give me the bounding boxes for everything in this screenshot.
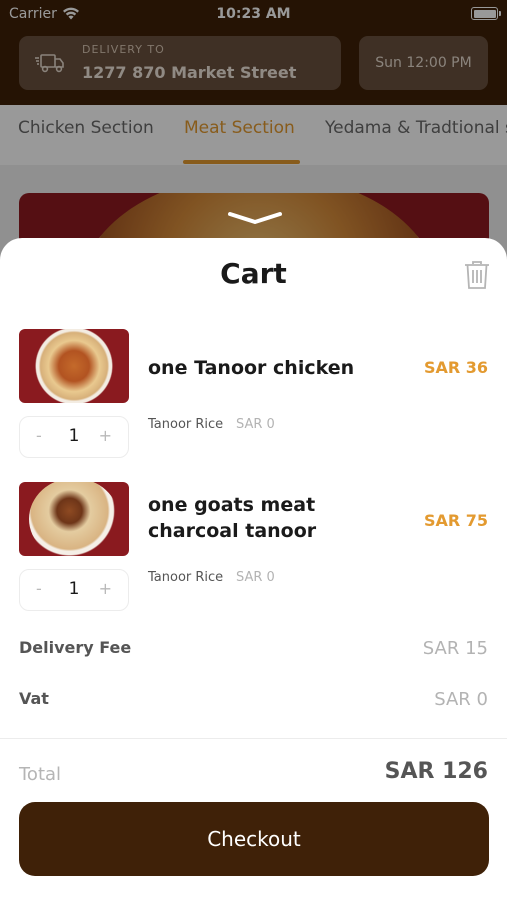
item-price: SAR 75 <box>423 511 488 530</box>
item-name: one goats meat charcoal tanoor <box>148 494 317 542</box>
quantity-stepper: - 1 + <box>19 569 129 611</box>
item-name: one Tanoor chicken <box>148 357 355 379</box>
chevron-down-icon[interactable] <box>227 211 283 225</box>
cart-sheet: Cart one Tanoor chicken SAR 36 - 1 + Tan… <box>0 238 507 900</box>
cart-title: Cart <box>220 257 287 290</box>
delivery-fee-row: Delivery Fee SAR 15 <box>19 638 488 668</box>
item-image <box>19 482 129 556</box>
cart-item: one Tanoor chicken SAR 36 - 1 + Tanoor R… <box>0 329 507 469</box>
quantity-stepper: - 1 + <box>19 416 129 458</box>
trash-icon[interactable] <box>464 260 490 290</box>
item-option-price: SAR 0 <box>236 417 275 432</box>
total-value: SAR 126 <box>384 759 488 784</box>
item-option-price: SAR 0 <box>236 570 275 585</box>
vat-label: Vat <box>19 689 49 708</box>
item-image <box>19 329 129 403</box>
delivery-fee-label: Delivery Fee <box>19 638 132 657</box>
total-label: Total <box>19 764 62 785</box>
item-option-name: Tanoor Rice <box>148 417 224 432</box>
divider <box>0 738 507 739</box>
checkout-button[interactable]: Checkout <box>19 802 489 876</box>
increase-button[interactable]: + <box>99 426 112 445</box>
item-option-name: Tanoor Rice <box>148 570 224 585</box>
cart-item: one goats meat charcoal tanoor SAR 75 - … <box>0 482 507 622</box>
delivery-fee-value: SAR 15 <box>422 638 488 659</box>
vat-value: SAR 0 <box>434 689 488 710</box>
item-price: SAR 36 <box>423 358 488 377</box>
vat-row: Vat SAR 0 <box>19 689 488 719</box>
increase-button[interactable]: + <box>99 579 112 598</box>
